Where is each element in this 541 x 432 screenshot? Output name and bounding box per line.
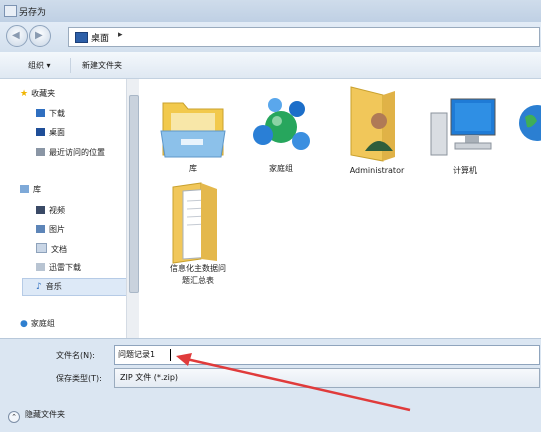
save-as-dialog: 另存为 ◀ ▶ 桌面 ▸ 组织 ▾ 新建文件夹 ★ 收藏夹 下载 桌面 最近访问的… [0, 0, 541, 432]
annotation-arrow [176, 353, 411, 412]
